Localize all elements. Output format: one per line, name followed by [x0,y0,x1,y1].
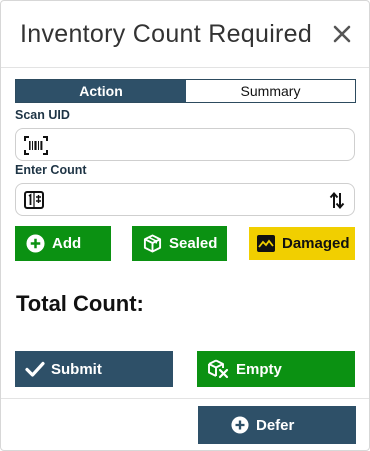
total-count-label: Total Count: [16,291,144,316]
tab-action[interactable]: Action [16,80,186,102]
dialog-title: Inventory Count Required [20,20,313,48]
empty-package-icon [208,359,229,379]
submit-button[interactable]: Submit [15,351,173,387]
sealed-button-label: Sealed [169,235,218,252]
barcode-scan-icon [24,136,48,155]
footer-divider [1,398,369,399]
package-icon [143,234,162,253]
plus-circle-icon [26,234,45,253]
sort-arrows-icon[interactable] [329,191,345,210]
sealed-button[interactable]: Sealed [132,226,227,261]
inventory-count-dialog: Inventory Count Required Action Summary … [0,0,370,451]
close-icon [333,25,351,43]
checkmark-icon [25,361,45,377]
plus-circle-icon [231,416,249,434]
empty-button[interactable]: Empty [197,351,355,387]
add-button[interactable]: Add [15,226,111,261]
close-button[interactable] [329,21,355,47]
empty-button-label: Empty [236,360,282,378]
tab-bar: Action Summary [15,79,356,103]
tab-summary[interactable]: Summary [186,80,355,102]
enter-count-label: Enter Count [15,163,87,177]
damaged-image-icon [257,235,275,252]
numeric-keypad-icon [24,191,44,209]
defer-button[interactable]: Defer [198,406,356,444]
damaged-button-label: Damaged [282,235,350,252]
damaged-button[interactable]: Damaged [249,227,355,260]
submit-button-label: Submit [51,360,102,378]
dialog-header: Inventory Count Required [1,1,369,68]
defer-button-label: Defer [256,416,295,434]
scan-uid-label: Scan UID [15,108,70,122]
add-button-label: Add [52,235,82,252]
enter-count-input[interactable] [15,183,355,216]
scan-uid-input[interactable] [15,128,355,161]
